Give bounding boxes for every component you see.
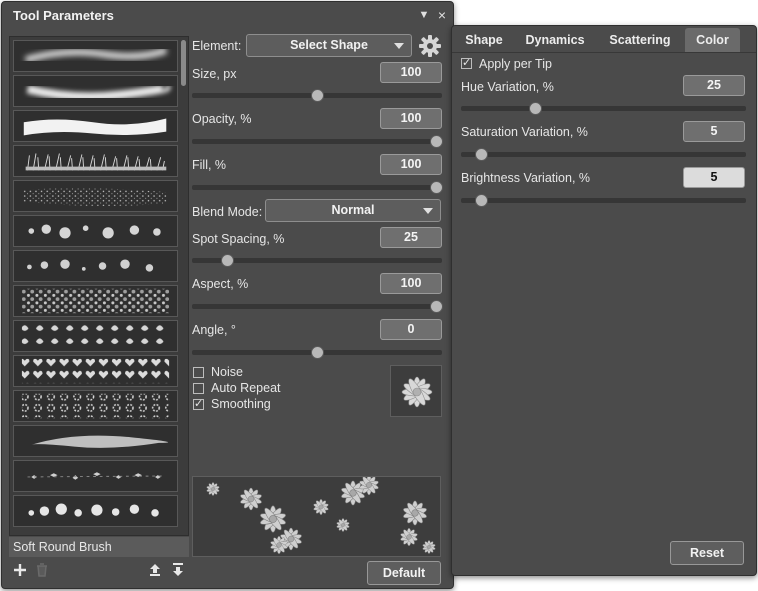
brightness-variation-label: Brightness Variation, % xyxy=(461,171,590,185)
brush-item-bubbles[interactable] xyxy=(13,495,178,527)
smoothing-label: Smoothing xyxy=(211,397,271,411)
brush-settings-panel: Shape Dynamics Scattering Color ✓ Apply … xyxy=(451,25,757,576)
brush-item-ribbon[interactable] xyxy=(13,425,178,457)
brush-item-grass[interactable] xyxy=(13,145,178,177)
element-label: Element: xyxy=(192,39,242,53)
tab-divider xyxy=(452,52,756,53)
panel-titlebar[interactable]: Tool Parameters ▼ × xyxy=(2,2,453,29)
tab-dynamics[interactable]: Dynamics xyxy=(520,28,590,52)
brush-library-list[interactable] xyxy=(9,36,189,536)
smoothing-checkbox[interactable]: ✓ xyxy=(193,398,204,410)
brightness-variation-slider-thumb[interactable] xyxy=(474,194,488,207)
apply-per-tip-label: Apply per Tip xyxy=(479,57,552,71)
brush-item-soft-stroke[interactable] xyxy=(13,40,178,72)
panel-menu-icon[interactable]: ▼ xyxy=(416,6,432,24)
checkmark-icon: ✓ xyxy=(194,398,204,410)
brightness-variation-input[interactable]: 5 xyxy=(683,167,745,188)
spot-spacing-slider-thumb[interactable] xyxy=(221,254,234,267)
angle-slider[interactable] xyxy=(192,346,442,359)
close-icon[interactable]: × xyxy=(434,6,450,24)
auto-repeat-checkbox[interactable] xyxy=(193,383,204,394)
tab-scattering-label: Scattering xyxy=(609,33,671,47)
fill-slider-thumb[interactable] xyxy=(430,181,443,194)
saturation-variation-input[interactable]: 5 xyxy=(683,121,745,142)
angle-label: Angle, ° xyxy=(192,323,236,337)
saturation-variation-slider-thumb[interactable] xyxy=(474,148,488,161)
aspect-input[interactable]: 100 xyxy=(380,273,442,294)
spot-spacing-label: Spot Spacing, % xyxy=(192,232,285,246)
tab-color[interactable]: Color xyxy=(685,28,740,52)
blend-mode-value: Normal xyxy=(331,203,375,217)
selected-brush-name: Soft Round Brush xyxy=(9,537,189,557)
apply-per-tip-checkbox[interactable]: ✓ xyxy=(461,57,472,69)
aspect-label: Aspect, % xyxy=(192,277,249,291)
brush-item-hard-wavy[interactable] xyxy=(13,110,178,142)
tab-color-label: Color xyxy=(696,33,729,47)
brush-item-texture[interactable] xyxy=(13,285,178,317)
brush-list-scrollbar[interactable] xyxy=(181,40,186,86)
tab-scattering[interactable]: Scattering xyxy=(600,28,680,52)
size-input[interactable]: 100 xyxy=(380,62,442,83)
reset-button[interactable]: Reset xyxy=(670,541,744,565)
size-slider[interactable] xyxy=(192,89,442,102)
aspect-slider[interactable] xyxy=(192,300,443,313)
hue-variation-slider-thumb[interactable] xyxy=(529,102,543,115)
angle-input[interactable]: 0 xyxy=(380,319,442,340)
element-dropdown-value: Select Shape xyxy=(290,38,368,52)
size-label: Size, px xyxy=(192,67,237,81)
chevron-down-icon xyxy=(394,43,404,49)
aspect-slider-thumb[interactable] xyxy=(430,300,443,313)
tab-shape[interactable]: Shape xyxy=(458,28,510,52)
spot-spacing-slider[interactable] xyxy=(192,254,442,267)
element-dropdown[interactable]: Select Shape xyxy=(246,34,412,57)
brush-item-flowers[interactable] xyxy=(13,390,178,422)
opacity-input[interactable]: 100 xyxy=(380,108,442,129)
opacity-slider[interactable] xyxy=(192,135,443,148)
brush-item-leaves[interactable] xyxy=(13,320,178,352)
hue-variation-input[interactable]: 25 xyxy=(683,75,745,96)
brush-item-soft-stroke-wide[interactable] xyxy=(13,75,178,107)
blend-mode-label: Blend Mode: xyxy=(192,205,263,219)
saturation-variation-label: Saturation Variation, % xyxy=(461,125,588,139)
checkmark-icon: ✓ xyxy=(462,57,472,69)
brush-item-hearts[interactable] xyxy=(13,355,178,387)
gear-icon[interactable] xyxy=(418,34,442,58)
hue-variation-label: Hue Variation, % xyxy=(461,80,554,94)
blend-mode-dropdown[interactable]: Normal xyxy=(265,199,441,222)
tab-shape-label: Shape xyxy=(465,33,503,47)
angle-slider-thumb[interactable] xyxy=(311,346,324,359)
auto-repeat-label: Auto Repeat xyxy=(211,381,281,395)
brush-item-spheres-small[interactable] xyxy=(13,250,178,282)
opacity-label: Opacity, % xyxy=(192,112,252,126)
tool-parameters-panel: Tool Parameters ▼ × Soft Round Brush Ele… xyxy=(1,1,454,589)
brightness-variation-slider[interactable] xyxy=(461,194,746,207)
default-button[interactable]: Default xyxy=(367,561,441,585)
noise-checkbox[interactable] xyxy=(193,367,204,378)
opacity-slider-thumb[interactable] xyxy=(430,135,443,148)
add-brush-icon[interactable] xyxy=(12,562,28,578)
brush-item-scatter-stars[interactable] xyxy=(13,460,178,492)
brush-item-speckle[interactable] xyxy=(13,180,178,212)
import-brush-icon[interactable] xyxy=(147,562,163,578)
tab-dynamics-label: Dynamics xyxy=(525,33,585,47)
chevron-down-icon xyxy=(423,208,433,214)
delete-brush-icon xyxy=(34,562,50,578)
tip-shape-preview xyxy=(390,365,442,417)
brush-item-spheres[interactable] xyxy=(13,215,178,247)
export-brush-icon[interactable] xyxy=(170,562,186,578)
fill-input[interactable]: 100 xyxy=(380,154,442,175)
hue-variation-slider[interactable] xyxy=(461,102,746,115)
fill-label: Fill, % xyxy=(192,158,227,172)
panel-title: Tool Parameters xyxy=(13,8,114,23)
size-slider-thumb[interactable] xyxy=(311,89,324,102)
noise-label: Noise xyxy=(211,365,243,379)
spot-spacing-input[interactable]: 25 xyxy=(380,227,442,248)
stroke-preview xyxy=(192,476,441,557)
saturation-variation-slider[interactable] xyxy=(461,148,746,161)
fill-slider[interactable] xyxy=(192,181,443,194)
